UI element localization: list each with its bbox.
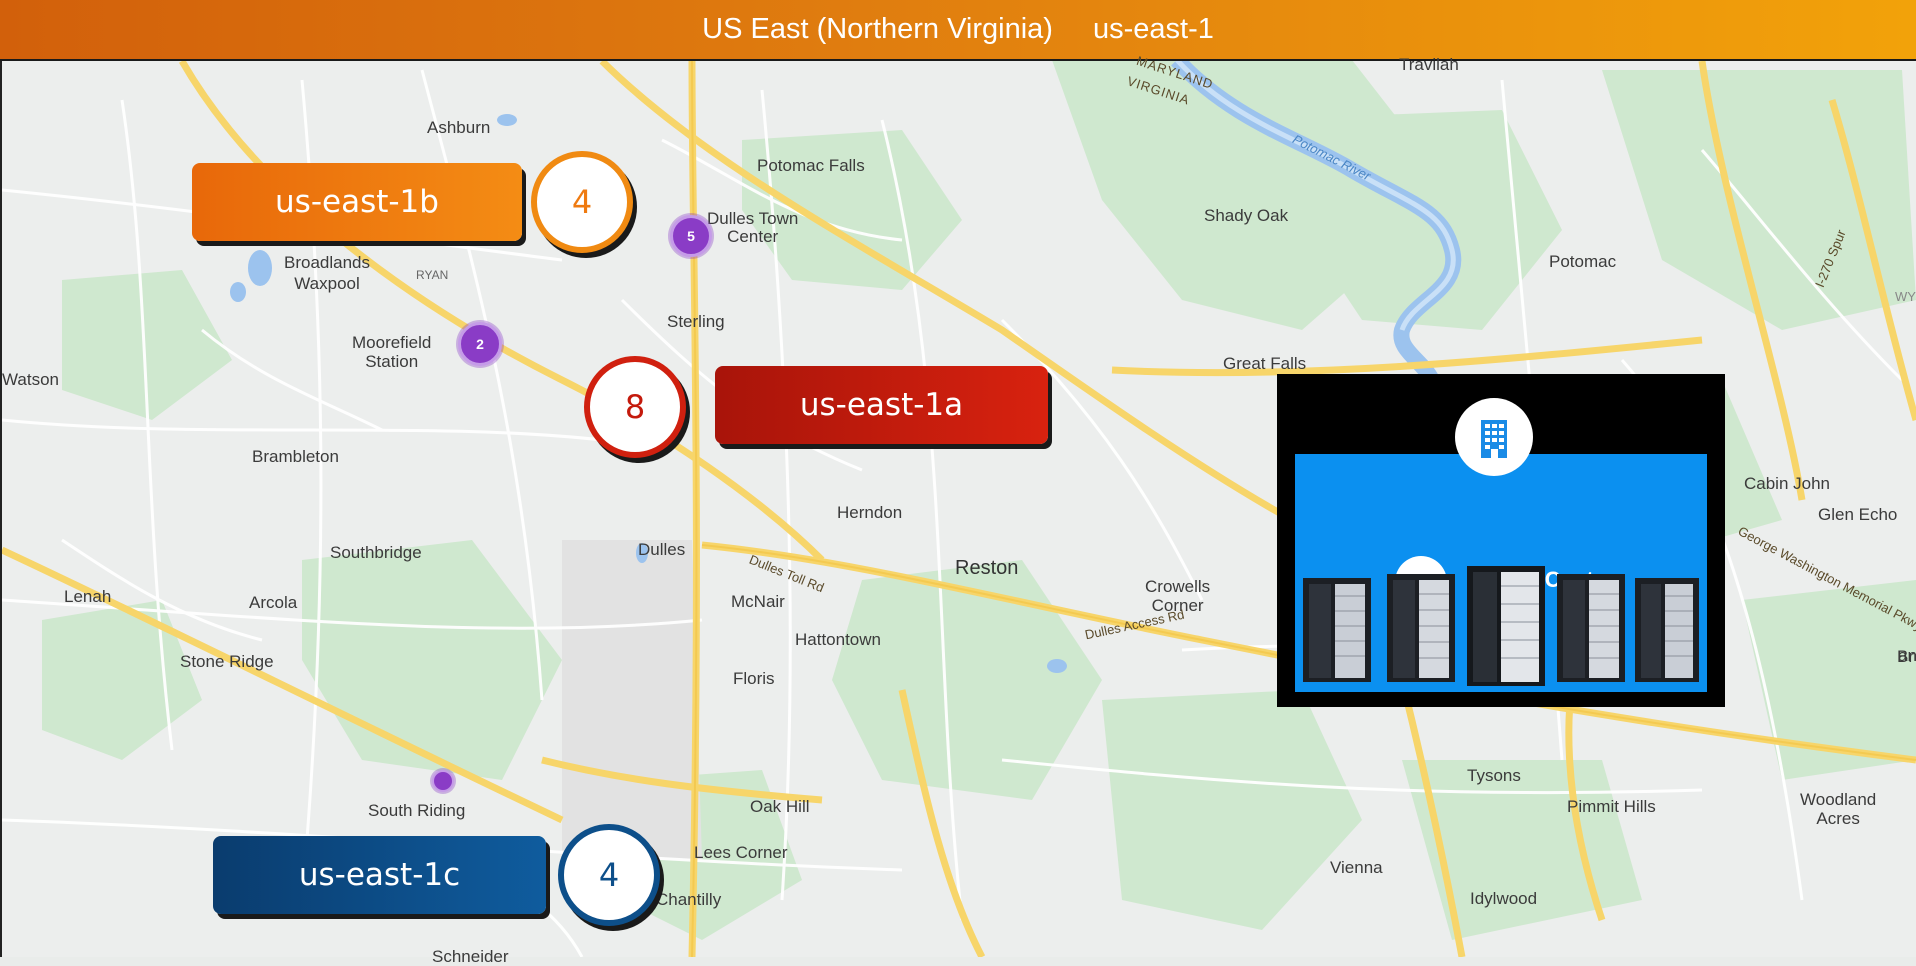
place-watson: Watson bbox=[2, 370, 60, 389]
place-broadlands-waxpool: Broadlands Waxpool bbox=[284, 253, 371, 293]
region-name: US East (Northern Virginia) bbox=[702, 13, 1053, 45]
place-ashburn: Ashburn bbox=[427, 118, 491, 137]
place-vienna: Vienna bbox=[1330, 858, 1383, 877]
marker-count: 2 bbox=[476, 336, 484, 352]
region-code: us-east-1 bbox=[1092, 13, 1214, 45]
place-lenah: Lenah bbox=[64, 587, 112, 606]
zone-button-us-east-1b[interactable]: us-east-1b bbox=[192, 163, 522, 241]
zone-label: us-east-1b bbox=[275, 184, 439, 220]
place-oak-hill: Oak Hill bbox=[750, 797, 810, 816]
place-herndon: Herndon bbox=[837, 503, 903, 522]
place-brambleton: Brambleton bbox=[252, 447, 339, 466]
place-woodland-acres: Woodland Acres bbox=[1800, 790, 1877, 828]
place-tysons: Tysons bbox=[1467, 766, 1521, 785]
location-marker-cluster[interactable]: 5 bbox=[670, 215, 712, 257]
zone-count-us-east-1c: 4 bbox=[558, 824, 660, 926]
place-potomac-falls: Potomac Falls bbox=[757, 156, 865, 175]
place-reston: Reston bbox=[955, 557, 1019, 579]
marker-count: 5 bbox=[687, 228, 695, 244]
zone-count-value: 4 bbox=[571, 183, 593, 221]
label-wy: WY bbox=[1895, 289, 1916, 304]
data-center-card: aws Data Center bbox=[1277, 374, 1725, 707]
place-sterling: Sterling bbox=[667, 312, 725, 331]
location-marker-cluster[interactable]: 2 bbox=[458, 322, 502, 366]
place-dulles-town-center: Dulles Town Center bbox=[707, 209, 799, 246]
zone-button-us-east-1a[interactable]: us-east-1a bbox=[715, 366, 1048, 444]
building-icon bbox=[1455, 398, 1533, 476]
place-glen-echo: Glen Echo bbox=[1818, 505, 1898, 524]
zone-label: us-east-1c bbox=[298, 857, 461, 893]
server-racks-illustration bbox=[1303, 566, 1699, 686]
location-marker[interactable] bbox=[432, 770, 454, 792]
place-potomac: Potomac bbox=[1549, 252, 1617, 271]
place-great-falls: Great Falls bbox=[1223, 354, 1307, 373]
place-floris: Floris bbox=[733, 669, 775, 688]
zone-count-us-east-1b: 4 bbox=[531, 151, 633, 253]
place-idylwood: Idylwood bbox=[1470, 889, 1538, 908]
place-dulles: Dulles bbox=[638, 540, 686, 559]
place-pimmit-hills: Pimmit Hills bbox=[1567, 797, 1656, 816]
zone-count-value: 8 bbox=[624, 388, 646, 426]
zone-label: us-east-1a bbox=[799, 387, 964, 423]
place-chantilly: Chantilly bbox=[656, 890, 722, 909]
label-bro: Bro bbox=[1897, 647, 1916, 666]
zone-button-us-east-1c[interactable]: us-east-1c bbox=[213, 836, 546, 914]
place-moorefield-station: Moorefield Station bbox=[352, 333, 432, 371]
zone-count-us-east-1a: 8 bbox=[584, 356, 686, 458]
place-shady-oak: Shady Oak bbox=[1204, 206, 1289, 225]
place-arcola: Arcola bbox=[249, 593, 298, 612]
place-lees-corner: Lees Corner bbox=[694, 843, 788, 862]
place-southbridge: Southbridge bbox=[330, 543, 422, 562]
data-center-panel: aws Data Center bbox=[1295, 454, 1707, 692]
place-stone-ridge: Stone Ridge bbox=[180, 652, 274, 671]
region-header: US East (Northern Virginia) us-east-1 bbox=[0, 0, 1916, 61]
place-ryan: RYAN bbox=[416, 268, 449, 282]
place-mcnair: McNair bbox=[731, 592, 785, 611]
place-south-riding: South Riding bbox=[368, 801, 466, 820]
place-travilah: Travilah bbox=[1399, 55, 1459, 74]
place-hattontown: Hattontown bbox=[795, 630, 881, 649]
zone-count-value: 4 bbox=[598, 856, 620, 894]
place-cabin-john: Cabin John bbox=[1744, 474, 1831, 493]
